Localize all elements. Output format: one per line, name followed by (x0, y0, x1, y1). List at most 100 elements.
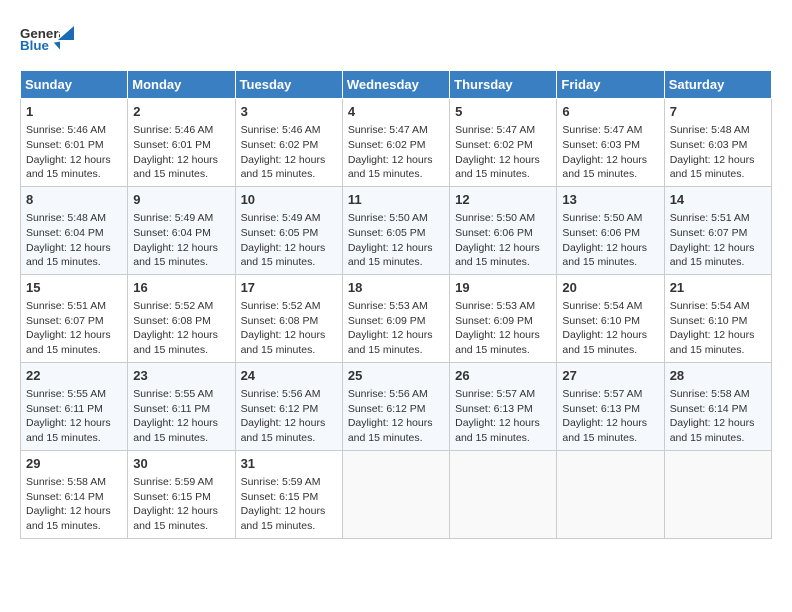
daylight-label: Daylight: 12 hours (562, 154, 647, 166)
sunrise-label: Sunrise: 5:57 AM (562, 388, 642, 400)
sunrise-label: Sunrise: 5:52 AM (133, 300, 213, 312)
daylight-label: Daylight: 12 hours (455, 154, 540, 166)
day-number: 20 (562, 279, 658, 297)
daylight-label: Daylight: 12 hours (241, 505, 326, 517)
sunset-label: Sunset: 6:02 PM (348, 139, 426, 151)
logo: General Blue (20, 20, 76, 60)
sunset-label: Sunset: 6:06 PM (455, 227, 533, 239)
daylight-label: Daylight: 12 hours (348, 417, 433, 429)
sunset-label: Sunset: 6:01 PM (26, 139, 104, 151)
daylight-label: Daylight: 12 hours (562, 417, 647, 429)
calendar-week-row: 8 Sunrise: 5:48 AM Sunset: 6:04 PM Dayli… (21, 186, 772, 274)
sunrise-label: Sunrise: 5:59 AM (241, 476, 321, 488)
day-number: 25 (348, 367, 444, 385)
daylight-label: Daylight: 12 hours (670, 417, 755, 429)
daylight-label: Daylight: 12 hours (133, 505, 218, 517)
calendar-cell: 26 Sunrise: 5:57 AM Sunset: 6:13 PM Dayl… (450, 362, 557, 450)
daylight-value: and 15 minutes. (670, 432, 745, 444)
page-header: General Blue (20, 20, 772, 60)
daylight-value: and 15 minutes. (241, 168, 316, 180)
sunset-label: Sunset: 6:12 PM (348, 403, 426, 415)
calendar-cell: 31 Sunrise: 5:59 AM Sunset: 6:15 PM Dayl… (235, 450, 342, 538)
daylight-label: Daylight: 12 hours (348, 154, 433, 166)
sunset-label: Sunset: 6:05 PM (241, 227, 319, 239)
daylight-value: and 15 minutes. (670, 168, 745, 180)
day-number: 10 (241, 191, 337, 209)
calendar-cell: 3 Sunrise: 5:46 AM Sunset: 6:02 PM Dayli… (235, 99, 342, 187)
daylight-label: Daylight: 12 hours (241, 417, 326, 429)
daylight-value: and 15 minutes. (670, 256, 745, 268)
daylight-value: and 15 minutes. (455, 168, 530, 180)
sunrise-label: Sunrise: 5:56 AM (241, 388, 321, 400)
weekday-header-wednesday: Wednesday (342, 71, 449, 99)
daylight-value: and 15 minutes. (133, 432, 208, 444)
daylight-value: and 15 minutes. (241, 432, 316, 444)
daylight-value: and 15 minutes. (26, 256, 101, 268)
day-number: 28 (670, 367, 766, 385)
sunrise-label: Sunrise: 5:57 AM (455, 388, 535, 400)
daylight-label: Daylight: 12 hours (241, 154, 326, 166)
calendar-cell: 23 Sunrise: 5:55 AM Sunset: 6:11 PM Dayl… (128, 362, 235, 450)
daylight-value: and 15 minutes. (241, 344, 316, 356)
weekday-header-tuesday: Tuesday (235, 71, 342, 99)
calendar-cell: 6 Sunrise: 5:47 AM Sunset: 6:03 PM Dayli… (557, 99, 664, 187)
sunset-label: Sunset: 6:07 PM (26, 315, 104, 327)
daylight-value: and 15 minutes. (455, 432, 530, 444)
daylight-value: and 15 minutes. (26, 432, 101, 444)
calendar-cell (342, 450, 449, 538)
calendar-week-row: 1 Sunrise: 5:46 AM Sunset: 6:01 PM Dayli… (21, 99, 772, 187)
calendar-cell: 5 Sunrise: 5:47 AM Sunset: 6:02 PM Dayli… (450, 99, 557, 187)
day-number: 30 (133, 455, 229, 473)
daylight-label: Daylight: 12 hours (562, 242, 647, 254)
daylight-value: and 15 minutes. (241, 520, 316, 532)
sunrise-label: Sunrise: 5:46 AM (241, 124, 321, 136)
daylight-label: Daylight: 12 hours (26, 417, 111, 429)
day-number: 27 (562, 367, 658, 385)
sunrise-label: Sunrise: 5:47 AM (348, 124, 428, 136)
daylight-label: Daylight: 12 hours (670, 329, 755, 341)
daylight-value: and 15 minutes. (26, 344, 101, 356)
sunrise-label: Sunrise: 5:49 AM (133, 212, 213, 224)
day-number: 24 (241, 367, 337, 385)
sunrise-label: Sunrise: 5:48 AM (26, 212, 106, 224)
daylight-value: and 15 minutes. (348, 168, 423, 180)
sunrise-label: Sunrise: 5:54 AM (562, 300, 642, 312)
day-number: 9 (133, 191, 229, 209)
daylight-label: Daylight: 12 hours (670, 242, 755, 254)
calendar-cell: 17 Sunrise: 5:52 AM Sunset: 6:08 PM Dayl… (235, 274, 342, 362)
day-number: 23 (133, 367, 229, 385)
sunrise-label: Sunrise: 5:46 AM (133, 124, 213, 136)
daylight-label: Daylight: 12 hours (241, 242, 326, 254)
daylight-value: and 15 minutes. (562, 168, 637, 180)
calendar-cell: 19 Sunrise: 5:53 AM Sunset: 6:09 PM Dayl… (450, 274, 557, 362)
calendar-cell: 29 Sunrise: 5:58 AM Sunset: 6:14 PM Dayl… (21, 450, 128, 538)
day-number: 11 (348, 191, 444, 209)
weekday-header-saturday: Saturday (664, 71, 771, 99)
daylight-label: Daylight: 12 hours (26, 154, 111, 166)
calendar-cell: 11 Sunrise: 5:50 AM Sunset: 6:05 PM Dayl… (342, 186, 449, 274)
day-number: 4 (348, 103, 444, 121)
calendar-header-row: SundayMondayTuesdayWednesdayThursdayFrid… (21, 71, 772, 99)
sunset-label: Sunset: 6:11 PM (26, 403, 103, 415)
daylight-label: Daylight: 12 hours (670, 154, 755, 166)
sunrise-label: Sunrise: 5:51 AM (670, 212, 750, 224)
calendar-cell: 4 Sunrise: 5:47 AM Sunset: 6:02 PM Dayli… (342, 99, 449, 187)
sunrise-label: Sunrise: 5:54 AM (670, 300, 750, 312)
calendar-cell (557, 450, 664, 538)
daylight-value: and 15 minutes. (670, 344, 745, 356)
sunset-label: Sunset: 6:02 PM (241, 139, 319, 151)
sunrise-label: Sunrise: 5:58 AM (670, 388, 750, 400)
weekday-header-monday: Monday (128, 71, 235, 99)
daylight-label: Daylight: 12 hours (133, 417, 218, 429)
sunset-label: Sunset: 6:12 PM (241, 403, 319, 415)
sunset-label: Sunset: 6:11 PM (133, 403, 210, 415)
calendar-cell: 10 Sunrise: 5:49 AM Sunset: 6:05 PM Dayl… (235, 186, 342, 274)
day-number: 1 (26, 103, 122, 121)
calendar-cell: 8 Sunrise: 5:48 AM Sunset: 6:04 PM Dayli… (21, 186, 128, 274)
daylight-value: and 15 minutes. (348, 256, 423, 268)
daylight-value: and 15 minutes. (348, 344, 423, 356)
day-number: 14 (670, 191, 766, 209)
sunset-label: Sunset: 6:05 PM (348, 227, 426, 239)
daylight-label: Daylight: 12 hours (562, 329, 647, 341)
sunset-label: Sunset: 6:07 PM (670, 227, 748, 239)
